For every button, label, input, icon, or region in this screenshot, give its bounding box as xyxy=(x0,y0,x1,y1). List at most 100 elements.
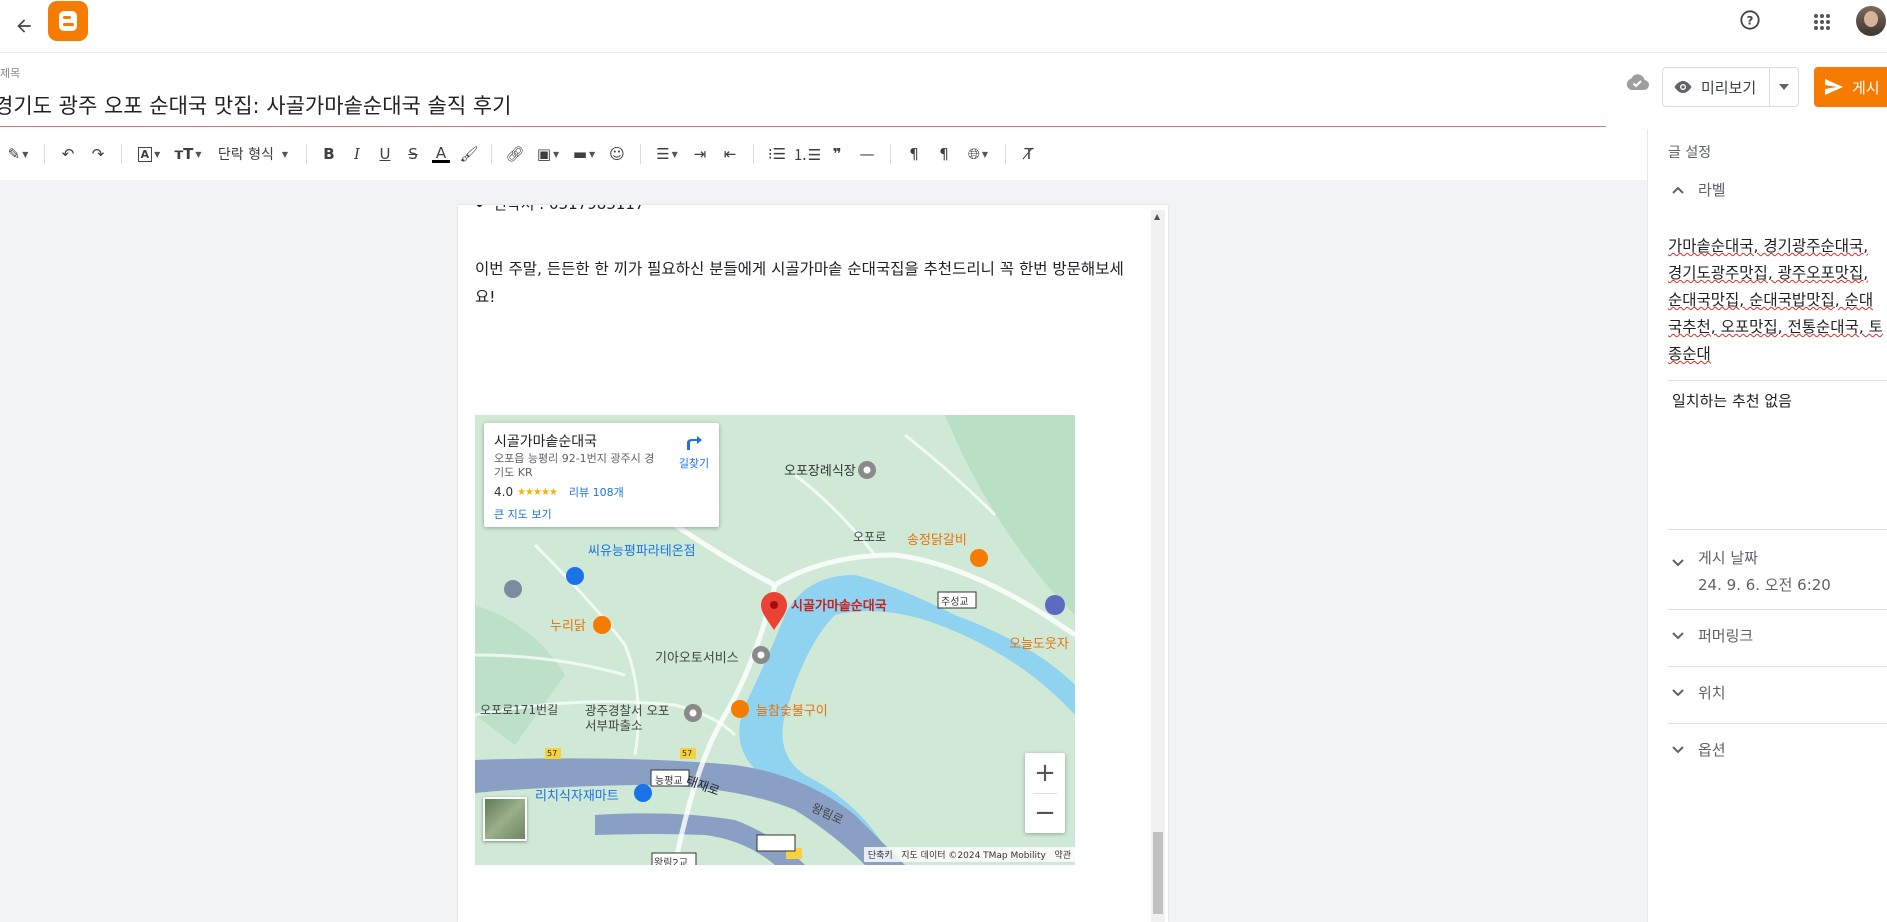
map-pin[interactable] xyxy=(504,580,522,598)
send-icon xyxy=(1825,79,1843,95)
contact-list: 연락처 : 0317983117 xyxy=(475,205,644,214)
blogger-logo-icon[interactable] xyxy=(48,1,88,41)
scroll-up-icon[interactable]: ▲ xyxy=(1154,212,1160,221)
font-size-icon[interactable]: ᴛT ▼ xyxy=(168,139,208,169)
map-bigger-link[interactable]: 큰 지도 보기 xyxy=(494,506,552,522)
map-pin[interactable] xyxy=(1045,595,1065,615)
map-place-name: 시골가마솥순대국 xyxy=(494,434,598,450)
horizontal-rule-icon[interactable]: — xyxy=(852,139,882,169)
chevron-down-icon xyxy=(1672,631,1684,639)
title-row: 제목 경기도 광주 오포 순대국 맛집: 사골가마솥순대국 솔직 후기 미리보기… xyxy=(0,53,1887,129)
paragraph-format-dropdown[interactable]: 단락 형식 ▼ xyxy=(208,139,298,169)
map-label-oppo-road: 오포로 xyxy=(853,530,887,544)
map-pin[interactable] xyxy=(593,616,611,634)
map-label-songjeong[interactable]: 송정닭갈비 xyxy=(907,529,967,548)
numbered-list-icon[interactable]: ⒈☰ xyxy=(792,139,822,169)
options-section[interactable]: 옵션 xyxy=(1672,739,1726,760)
map-route-shield: 57 xyxy=(682,749,693,758)
map-directions-button[interactable]: 길찾기 xyxy=(672,433,716,471)
map-label-road171: 오포로171번길 xyxy=(480,703,559,717)
paragraph-format-label: 단락 형식 xyxy=(217,147,274,163)
post-title-input[interactable]: 경기도 광주 오포 순대국 맛집: 사골가마솥순대국 솔직 후기 xyxy=(0,90,1606,127)
map-label-nungpyeong-bridge: 능평교 xyxy=(655,776,683,787)
sidebar-title: 글 설정 xyxy=(1668,145,1712,161)
labels-input[interactable]: 가마솥순대국, 경기광주순대국, 경기도광주맛집, 광주오포맛집, 순대국맛집,… xyxy=(1668,233,1883,368)
undo-icon[interactable]: ↶ xyxy=(53,139,83,169)
indent-icon[interactable]: ⇥ xyxy=(685,139,715,169)
satellite-toggle[interactable] xyxy=(483,797,527,841)
align-icon[interactable]: ☰ ▼ xyxy=(649,139,685,169)
formatting-toolbar: ✎ ▼ ↶ ↷ A ▼ ᴛT ▼ 단락 형식 ▼ B I U S A 🖌 🔗︎ ▣ ▼ ▬… xyxy=(0,130,1647,178)
outdent-icon[interactable]: ⇤ xyxy=(715,139,745,169)
map-rating: 4.0 xyxy=(494,485,514,499)
apps-grid-icon[interactable] xyxy=(1808,8,1836,36)
video-icon[interactable]: ▬ ▼ xyxy=(566,139,602,169)
map-label-nurida[interactable]: 누리닭 xyxy=(550,615,586,634)
preview-dropdown-button[interactable] xyxy=(1769,67,1799,107)
font-icon[interactable]: A ▼ xyxy=(130,139,168,169)
map-pin[interactable] xyxy=(970,549,988,567)
editor-scrollbar[interactable]: ▲ xyxy=(1151,210,1165,922)
language-globe-icon[interactable]: 🌐︎ ▼ xyxy=(959,139,997,169)
avatar[interactable] xyxy=(1856,6,1886,36)
eye-icon xyxy=(1674,81,1692,93)
publish-date-section[interactable]: 게시 날짜 24. 9. 6. 오전 6:20 xyxy=(1672,547,1831,595)
permalink-section[interactable]: 퍼머링크 xyxy=(1672,625,1753,646)
link-icon[interactable]: 🔗︎ xyxy=(500,139,530,169)
editor-page[interactable]: 연락처 : 0317983117 이번 주말, 든든한 한 끼가 필요하신 분들… xyxy=(458,205,1168,922)
map-rating-stars: ★★★★★ xyxy=(517,486,558,498)
map-label-police[interactable]: 광주경찰서 오포 서부파출소 xyxy=(585,703,669,733)
svg-text:?: ? xyxy=(1747,14,1754,28)
map-label-wangrim2-bridge: 왕림2교 xyxy=(654,858,688,865)
publish-button[interactable]: 게시 xyxy=(1814,67,1887,107)
map-rating-row: 4.0 ★★★★★ 리뷰 108개 xyxy=(494,484,624,500)
map-label-ssiyu[interactable]: 씨유능평파라테온점 xyxy=(588,540,696,559)
scrollbar-thumb[interactable] xyxy=(1153,832,1163,914)
zoom-in-icon[interactable]: + xyxy=(1025,753,1065,793)
preview-button[interactable]: 미리보기 xyxy=(1662,67,1770,107)
publish-label: 게시 xyxy=(1852,78,1880,97)
toolbar-divider xyxy=(306,144,307,164)
map-label-oneul[interactable]: 오늘도웃자 xyxy=(1009,633,1069,652)
map-pin[interactable] xyxy=(731,700,749,718)
map-label-marker[interactable]: 시골가마솥순대국 xyxy=(791,595,887,614)
map-pin[interactable] xyxy=(566,567,584,585)
map-reviews-link[interactable]: 리뷰 108개 xyxy=(569,484,624,500)
emoji-icon[interactable]: ☺ xyxy=(602,139,632,169)
back-arrow-icon[interactable] xyxy=(6,8,42,44)
map-label-richi[interactable]: 리치식자재마트 xyxy=(535,785,619,804)
map-label-neulcham[interactable]: 늘참숯불구이 xyxy=(756,700,828,719)
compose-mode-icon[interactable]: ✎ ▼ xyxy=(0,139,36,169)
chevron-down-icon xyxy=(1672,745,1684,753)
map-pin[interactable] xyxy=(634,784,652,802)
permalink-heading: 퍼머링크 xyxy=(1698,627,1754,645)
highlight-icon[interactable]: 🖌 xyxy=(455,139,483,169)
directions-icon xyxy=(687,436,702,450)
strikethrough-icon[interactable]: S xyxy=(399,139,427,169)
bulleted-list-icon[interactable]: ⁝☰ xyxy=(762,139,792,169)
zoom-out-icon[interactable]: − xyxy=(1025,793,1065,833)
no-match-text: 일치하는 추천 없음 xyxy=(1672,392,1792,410)
bold-icon[interactable]: B xyxy=(315,139,343,169)
italic-icon[interactable]: I xyxy=(343,139,371,169)
rtl-icon[interactable]: ¶ xyxy=(929,139,959,169)
chevron-down-icon xyxy=(1672,559,1684,567)
clear-formatting-icon[interactable]: T̸ xyxy=(1014,139,1044,169)
top-bar: ? xyxy=(0,0,1887,53)
redo-icon[interactable]: ↷ xyxy=(83,139,113,169)
underline-icon[interactable]: U xyxy=(371,139,399,169)
ltr-icon[interactable]: ¶ xyxy=(899,139,929,169)
toolbar-divider xyxy=(121,144,122,164)
map-label-kia[interactable]: 기아오토서비스 xyxy=(655,647,739,666)
image-icon[interactable]: ▣ ▼ xyxy=(530,139,566,169)
map-label-jusung-bridge: 주성교 xyxy=(941,597,969,608)
post-settings-sidebar: 글 설정 라벨 가마솥순대국, 경기광주순대국, 경기도광주맛집, 광주오포맛집… xyxy=(1647,129,1887,922)
help-icon[interactable]: ? xyxy=(1736,6,1764,34)
quote-icon[interactable]: ❞ xyxy=(822,139,852,169)
text-color-icon[interactable]: A xyxy=(427,139,455,169)
location-section[interactable]: 위치 xyxy=(1672,682,1726,703)
map-label-oppo-funeral[interactable]: 오포장례식장 xyxy=(784,460,856,479)
embedded-map[interactable]: 오포장례식장 오포로 송정닭갈비 씨유능평파라테온점 누리닭 시골가마솥순대국 … xyxy=(475,415,1075,865)
labels-section-header[interactable]: 라벨 xyxy=(1672,179,1726,200)
toolbar-divider xyxy=(753,144,754,164)
